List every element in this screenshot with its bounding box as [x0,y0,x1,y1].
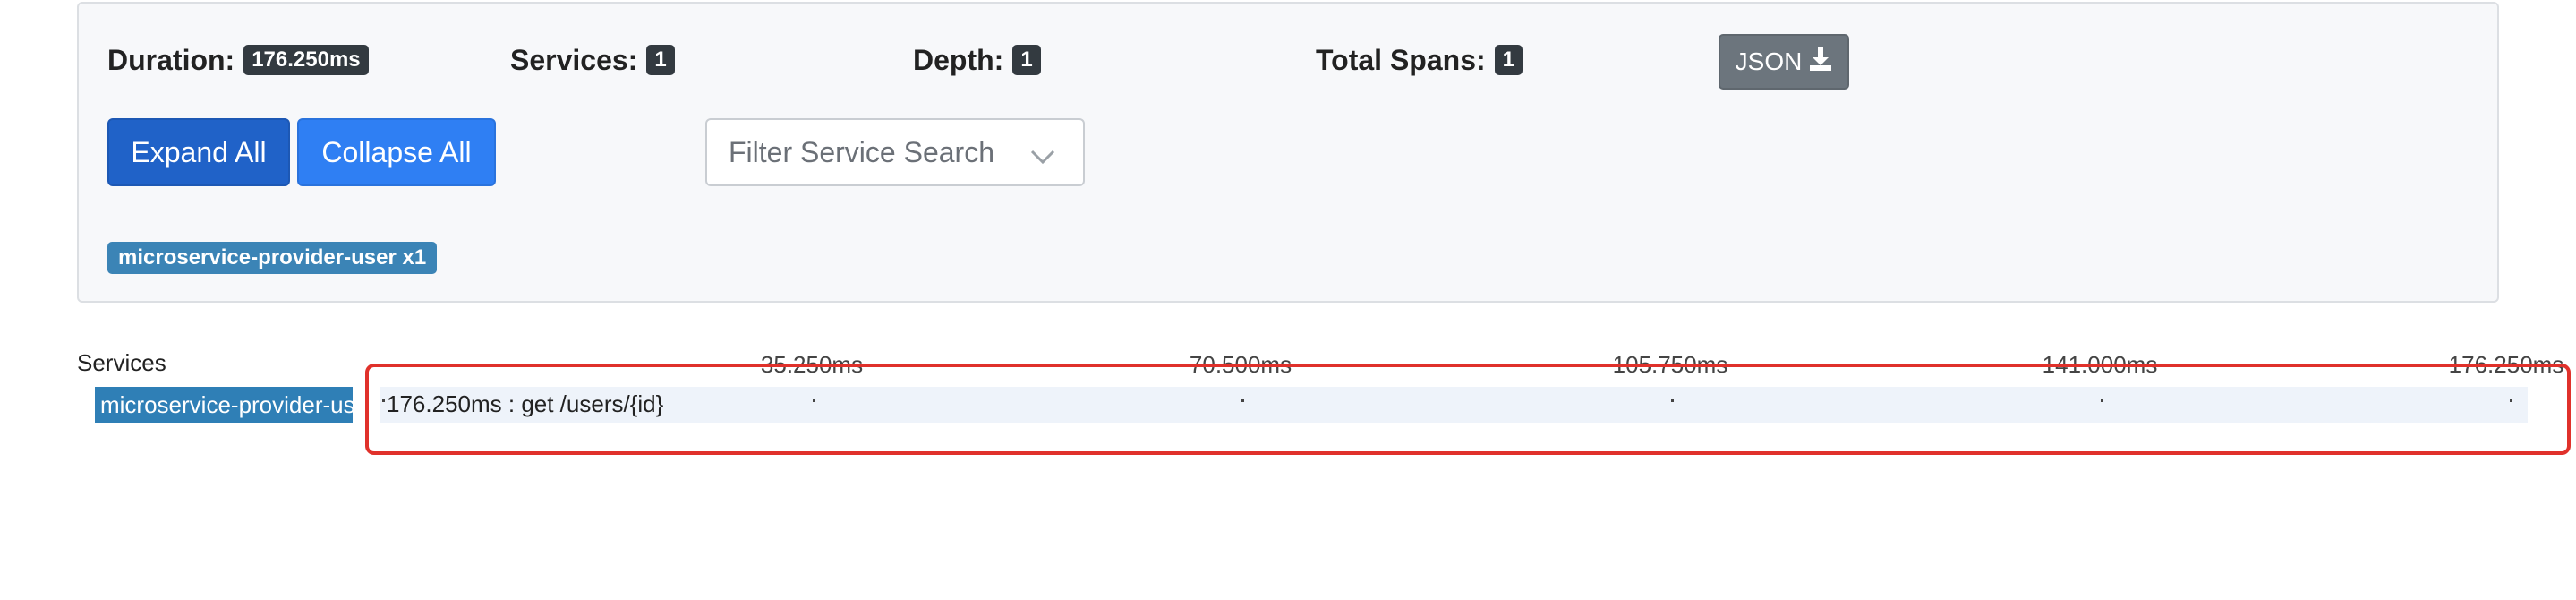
duration-badge: 176.250ms [243,45,369,75]
services-header: Services [77,349,166,376]
total-spans-label: Total Spans: [1316,43,1486,76]
highlight-box [365,364,2571,455]
services-badge: 1 [646,45,675,75]
depth-label: Depth: [913,43,1004,76]
depth-stat: Depth: 1 [913,39,1041,81]
filter-placeholder: Filter Service Search [729,135,994,168]
expand-all-button[interactable]: Expand All [107,118,290,186]
duration-label: Duration: [107,43,235,76]
json-download-button[interactable]: JSON [1719,34,1849,90]
filter-service-select[interactable]: Filter Service Search [705,118,1085,186]
total-spans-stat: Total Spans: 1 [1316,39,1523,81]
trace-summary-panel: Duration: 176.250ms Services: 1 Depth: 1… [77,2,2499,303]
depth-badge: 1 [1012,45,1041,75]
services-stat: Services: 1 [510,39,675,81]
chevron-down-icon [1029,140,1056,173]
collapse-all-button[interactable]: Collapse All [297,118,496,186]
json-button-label: JSON [1735,47,1803,75]
services-label: Services: [510,43,638,76]
service-tag[interactable]: microservice-provider-user x1 [107,242,438,274]
row-service-name[interactable]: microservice-provider-user [95,387,353,423]
download-icon [1809,47,1832,78]
total-spans-badge: 1 [1494,45,1523,75]
duration-stat: Duration: 176.250ms [107,39,369,81]
